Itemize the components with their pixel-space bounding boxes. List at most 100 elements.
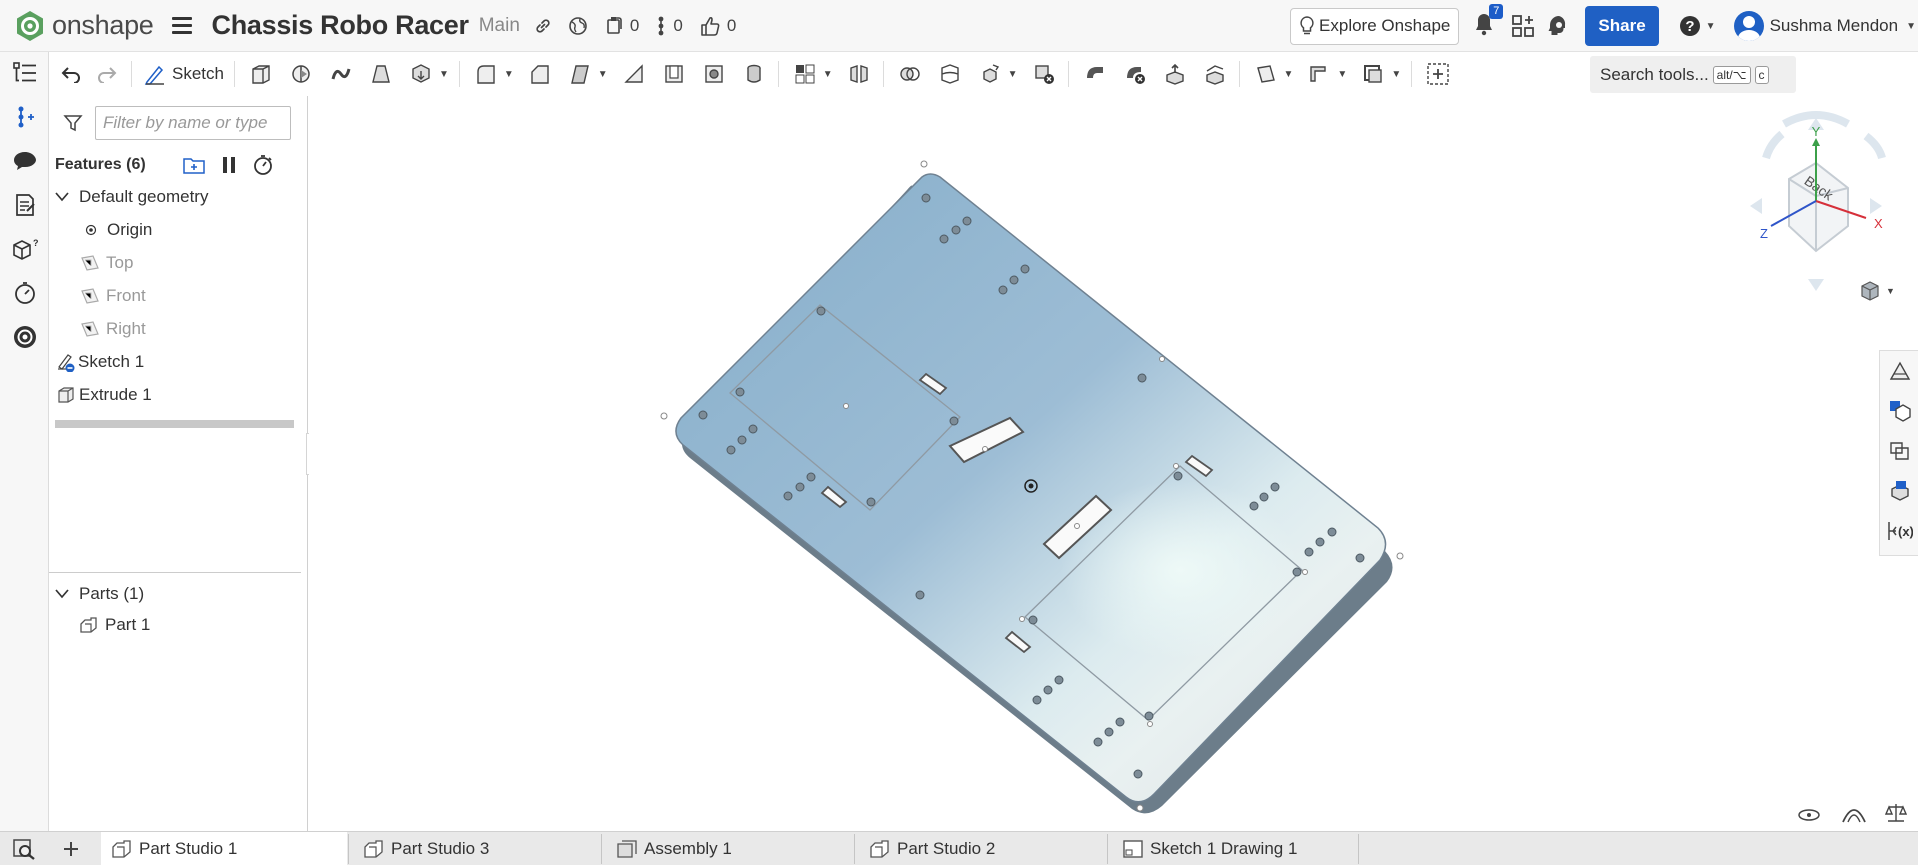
boolean-icon[interactable] xyxy=(896,60,924,88)
rollback-bar[interactable] xyxy=(55,420,294,428)
learning-center-icon[interactable] xyxy=(1547,14,1571,38)
branches-count: 0 xyxy=(673,15,683,35)
view-cube[interactable]: Back Y X Z xyxy=(1716,96,1916,296)
shell-icon[interactable] xyxy=(660,60,688,88)
user-menu[interactable]: Sushma Mendon ▼ xyxy=(1733,11,1916,41)
frame-icon[interactable] xyxy=(1359,60,1387,88)
filter-icon[interactable] xyxy=(63,113,83,133)
extrude-icon[interactable] xyxy=(247,60,275,88)
explore-onshape-button[interactable]: Explore Onshape xyxy=(1290,7,1460,45)
stopwatch-icon[interactable] xyxy=(252,154,274,176)
cylinder-icon[interactable] xyxy=(740,60,768,88)
mirror-icon[interactable] xyxy=(845,60,873,88)
timer-icon[interactable] xyxy=(12,280,38,306)
onshape-logo[interactable]: onshape xyxy=(14,10,154,42)
measure-icon[interactable] xyxy=(1797,807,1821,828)
sweep-icon[interactable] xyxy=(327,60,355,88)
link-icon[interactable] xyxy=(534,17,552,35)
tree-item-front-plane[interactable]: Front xyxy=(49,279,307,312)
simulation-icon[interactable] xyxy=(1886,477,1914,505)
share-button[interactable]: Share xyxy=(1585,6,1659,46)
branches-icon[interactable]: 0 xyxy=(655,15,683,36)
properties-icon[interactable]: ? xyxy=(12,236,38,262)
exploded-view-icon[interactable] xyxy=(1886,437,1914,465)
search-tools-input[interactable]: Search tools... alt/⌥ c xyxy=(1590,56,1796,93)
chevron-down-icon[interactable]: ▼ xyxy=(439,69,449,80)
plane-icon[interactable] xyxy=(1252,60,1280,88)
feature-list-icon[interactable] xyxy=(12,60,38,86)
revolve-icon[interactable] xyxy=(287,60,315,88)
tree-item-sketch-1[interactable]: Sketch 1 xyxy=(49,345,307,378)
render-icon[interactable] xyxy=(1886,397,1914,425)
sheet-metal-icon[interactable] xyxy=(1305,60,1333,88)
rib-icon[interactable] xyxy=(620,60,648,88)
add-folder-icon[interactable] xyxy=(182,155,206,175)
search-tabs-icon[interactable] xyxy=(12,838,36,865)
analysis-icon[interactable] xyxy=(12,324,38,350)
tree-item-extrude-1[interactable]: Extrude 1 xyxy=(49,378,307,411)
menu-icon[interactable] xyxy=(171,17,192,34)
chevron-down-icon[interactable]: ▼ xyxy=(1391,69,1401,80)
document-title[interactable]: Chassis Robo Racer xyxy=(212,10,470,41)
variables-icon[interactable]: (x) xyxy=(1886,517,1914,545)
section-view-icon[interactable] xyxy=(1841,804,1867,829)
chevron-down-icon: ▼ xyxy=(1886,286,1895,296)
chevron-down-icon[interactable]: ▼ xyxy=(1008,69,1018,80)
branch-label[interactable]: Main xyxy=(479,15,520,37)
app-store-icon[interactable] xyxy=(1511,14,1535,38)
chevron-down-icon[interactable]: ▼ xyxy=(1337,69,1347,80)
feature-panel: Features (6) Default geometry Origin Top… xyxy=(49,96,308,831)
loft-icon[interactable] xyxy=(367,60,395,88)
delete-part-icon[interactable] xyxy=(1030,60,1058,88)
comments-icon[interactable] xyxy=(12,148,38,174)
versions-icon[interactable]: 0 xyxy=(604,16,639,36)
tree-item-default-geometry[interactable]: Default geometry xyxy=(49,180,307,213)
globe-icon[interactable] xyxy=(568,16,588,36)
chevron-down-icon[interactable]: ▼ xyxy=(1284,69,1294,80)
split-icon[interactable] xyxy=(936,60,964,88)
fillet-icon[interactable] xyxy=(472,60,500,88)
tree-item-top-plane[interactable]: Top xyxy=(49,246,307,279)
view-options-icon[interactable]: ▼ xyxy=(1859,280,1895,302)
hole-icon[interactable] xyxy=(700,60,728,88)
sketch-button[interactable]: Sketch xyxy=(144,63,224,85)
appearance-icon[interactable] xyxy=(1886,357,1914,385)
chamfer-icon[interactable] xyxy=(526,60,554,88)
pause-icon[interactable] xyxy=(220,155,238,175)
chevron-down-icon[interactable]: ▼ xyxy=(598,69,608,80)
delete-face-icon[interactable] xyxy=(1121,60,1149,88)
tab-assembly-1[interactable]: Assembly 1 xyxy=(606,832,852,866)
configurations-icon[interactable] xyxy=(12,104,38,130)
sketch-icon xyxy=(144,65,164,85)
part-render[interactable] xyxy=(309,96,1918,831)
help-menu[interactable]: ? ▼ xyxy=(1679,15,1716,37)
pattern-icon[interactable] xyxy=(791,60,819,88)
add-custom-feature-icon[interactable] xyxy=(1424,60,1452,88)
tab-part-studio-1[interactable]: Part Studio 1 xyxy=(101,832,347,866)
parts-header[interactable]: Parts (1) xyxy=(55,581,144,607)
redo-icon[interactable] xyxy=(93,60,121,88)
filter-input[interactable] xyxy=(95,106,291,140)
modify-fillet-icon[interactable] xyxy=(1081,60,1109,88)
mass-properties-icon[interactable] xyxy=(1884,802,1908,829)
tree-item-origin[interactable]: Origin xyxy=(49,213,307,246)
like-icon[interactable]: 0 xyxy=(699,15,736,37)
chevron-down-icon[interactable]: ▼ xyxy=(823,69,833,80)
chevron-down-icon[interactable]: ▼ xyxy=(504,69,514,80)
notifications-bell[interactable]: 7 xyxy=(1473,3,1504,41)
add-tab-button[interactable] xyxy=(51,832,91,866)
replace-face-icon[interactable] xyxy=(1201,60,1229,88)
draft-icon[interactable] xyxy=(566,60,594,88)
tab-part-studio-2[interactable]: Part Studio 2 xyxy=(859,832,1105,866)
graphics-viewport[interactable]: Back Y X Z ▼ xyxy=(309,96,1918,831)
move-face-icon[interactable] xyxy=(1161,60,1189,88)
tab-sketch-1-drawing-1[interactable]: Sketch 1 Drawing 1 xyxy=(1112,832,1358,866)
transform-icon[interactable] xyxy=(976,60,1004,88)
thicken-icon[interactable] xyxy=(407,60,435,88)
undo-icon[interactable] xyxy=(57,60,85,88)
tree-item-right-plane[interactable]: Right xyxy=(49,312,307,345)
tab-part-studio-3[interactable]: Part Studio 3 xyxy=(353,832,599,866)
notes-icon[interactable] xyxy=(12,192,38,218)
onshape-logo-icon xyxy=(17,10,43,41)
part-item[interactable]: Part 1 xyxy=(79,612,150,638)
